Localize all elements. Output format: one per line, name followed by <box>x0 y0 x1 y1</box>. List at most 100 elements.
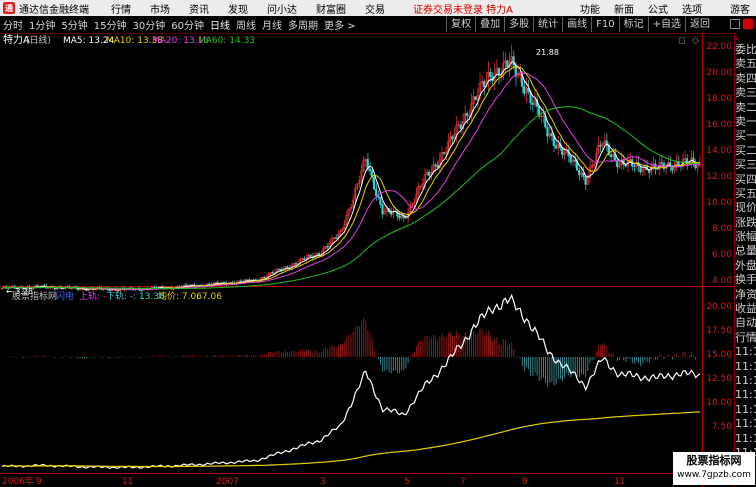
app-logo-icon: 通 <box>3 2 15 14</box>
candle-body <box>153 286 156 289</box>
y-tick: 22.00 <box>706 42 732 52</box>
period-5min[interactable]: 5分钟 <box>58 17 90 32</box>
tool-f10[interactable]: F10 <box>591 17 618 32</box>
tool-fanhui[interactable]: 返回 <box>685 17 714 32</box>
period-daily[interactable]: 日线 <box>207 17 233 32</box>
chart-zoom-icon[interactable]: ◻ <box>678 36 685 46</box>
candle-body <box>442 152 445 154</box>
tool-fuquan[interactable]: 复权 <box>446 17 475 32</box>
side-item[interactable]: 卖二 <box>735 101 756 115</box>
menu-item-gongneng[interactable]: 功能 <box>580 1 600 16</box>
candle-body <box>262 276 266 279</box>
restore-window-icon[interactable] <box>730 19 740 29</box>
candle-body <box>656 168 659 170</box>
candle-body <box>599 144 602 147</box>
menu-item-zixun[interactable]: 资讯 <box>189 1 209 16</box>
tool-biaoji[interactable]: 标记 <box>618 17 648 32</box>
side-item[interactable]: 买五 <box>735 187 756 201</box>
ma5-line <box>1 61 700 291</box>
side-item[interactable]: 卖五 <box>735 57 756 71</box>
x-tick: 9 <box>522 477 528 487</box>
menu-item-shichang[interactable]: 市场 <box>150 1 170 16</box>
sub-y-tick: 17.50 <box>706 326 732 336</box>
side-item[interactable]: 卖三 <box>735 86 756 100</box>
y-tick: 18.00 <box>706 94 732 104</box>
tool-zixuan[interactable]: +自选 <box>647 17 685 32</box>
candle-body <box>271 272 274 274</box>
period-15min[interactable]: 15分钟 <box>91 17 130 32</box>
side-item[interactable]: 总量 <box>735 244 756 258</box>
kline-chart[interactable]: 特力A (日线) MA5: 13.24 MA10: 13.38 MA20: 13… <box>0 33 734 487</box>
top-menu-bar: 通 通达信金融终端 行情 市场 资讯 发现 问小达 财富圈 交易 证券交易未登录… <box>0 0 756 16</box>
side-item[interactable]: 净资 <box>735 288 756 302</box>
period-more[interactable]: 更多 > <box>321 17 359 32</box>
side-item[interactable]: 涨幅 <box>735 230 756 244</box>
side-item: 11:1 <box>735 359 756 373</box>
x-tick: 11 <box>122 477 133 487</box>
side-item[interactable]: 换手 <box>735 273 756 287</box>
login-warning[interactable]: 证券交易未登录 特力A <box>413 1 513 16</box>
y-tick: 14.00 <box>706 146 732 156</box>
sub-y-tick: 7.50 <box>712 422 732 432</box>
side-item[interactable]: 收益 <box>735 302 756 316</box>
candle-body <box>334 237 338 239</box>
chart-settings-icon[interactable]: ◇ <box>692 36 699 46</box>
candle-body <box>303 258 306 261</box>
side-item[interactable]: 卖一 <box>735 115 756 129</box>
side-item: 11:1 <box>735 345 756 359</box>
ma60-label: MA60: 14.33 <box>198 36 255 46</box>
candle-body <box>208 283 211 285</box>
y-tick: 16.00 <box>706 120 732 130</box>
side-item[interactable]: 自动 <box>735 316 756 330</box>
side-item: 11:1 <box>735 388 756 402</box>
candle-body <box>451 136 454 140</box>
y-tick: 6.00 <box>712 250 732 260</box>
side-item[interactable]: 买一 <box>735 129 756 143</box>
candle-body <box>531 102 534 105</box>
menu-item-xuanxiang[interactable]: 选项 <box>682 1 702 16</box>
period-60min[interactable]: 60分钟 <box>168 17 207 32</box>
period-weekly[interactable]: 周线 <box>233 17 259 32</box>
period-multi[interactable]: 多周期 <box>285 17 321 32</box>
period-label: (日线) <box>26 34 51 46</box>
side-item[interactable]: 买二 <box>735 144 756 158</box>
period-monthly[interactable]: 月线 <box>259 17 285 32</box>
ma10-line <box>1 66 700 291</box>
period-fenshi[interactable]: 分时 <box>0 17 26 32</box>
menu-item-wenxiaoda[interactable]: 问小达 <box>267 1 297 16</box>
sub-y-tick: 15.00 <box>706 350 732 360</box>
side-item[interactable]: 买三 <box>735 158 756 172</box>
side-item: 11:1 <box>735 373 756 387</box>
menu-item-jiaoyi[interactable]: 交易 <box>365 1 385 16</box>
menu-item-xinmian[interactable]: 新面 <box>614 1 634 16</box>
menu-item-gongshi[interactable]: 公式 <box>648 1 668 16</box>
tool-duogu[interactable]: 多股 <box>504 17 533 32</box>
side-item[interactable]: 行情 <box>735 331 756 345</box>
candle-body <box>584 176 587 185</box>
side-item[interactable]: 委比 <box>735 43 756 57</box>
period-30min[interactable]: 30分钟 <box>129 17 168 32</box>
sub-down-label: 下轨: -: 13.38 <box>106 290 165 302</box>
candle-body <box>546 126 549 137</box>
period-1min[interactable]: 1分钟 <box>26 17 58 32</box>
side-item[interactable]: 卖四 <box>735 72 756 86</box>
side-item[interactable]: 买四 <box>735 173 756 187</box>
side-item[interactable]: 现价 <box>735 201 756 215</box>
tool-tongji[interactable]: 统计 <box>533 17 562 32</box>
candle-body <box>436 165 439 168</box>
guest-user[interactable]: 游客 <box>730 1 750 16</box>
candle-body <box>512 56 515 66</box>
side-item[interactable]: 外盘 <box>735 259 756 273</box>
tool-huaxian[interactable]: 画线 <box>562 17 591 32</box>
candle-body <box>550 133 553 137</box>
candle-body <box>609 154 613 158</box>
close-panel-icon[interactable] <box>743 19 753 29</box>
candle-body <box>286 266 289 269</box>
x-tick: 2007 <box>216 477 239 487</box>
candle-body <box>277 268 280 271</box>
menu-item-caifuquan[interactable]: 财富圈 <box>316 1 346 16</box>
side-item[interactable]: 涨跌 <box>735 216 756 230</box>
menu-item-faxian[interactable]: 发现 <box>228 1 248 16</box>
menu-item-hangqing[interactable]: 行情 <box>111 1 131 16</box>
tool-diejia[interactable]: 叠加 <box>475 17 504 32</box>
